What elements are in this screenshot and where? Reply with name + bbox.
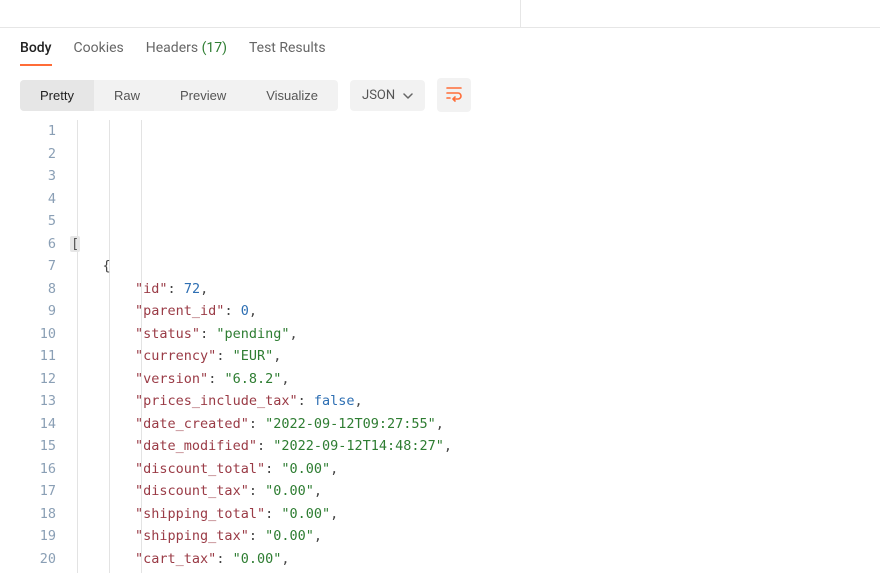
code-line: ​"currency": "EUR", bbox=[70, 345, 880, 368]
line-number: 10 bbox=[10, 323, 56, 346]
code-line: ​"cart_tax": "0.00", bbox=[70, 548, 880, 571]
format-dropdown[interactable]: JSON bbox=[350, 80, 425, 111]
raw-button[interactable]: Raw bbox=[94, 80, 160, 111]
code-line: ​"version": "6.8.2", bbox=[70, 368, 880, 391]
line-number: 3 bbox=[10, 165, 56, 188]
code-line: ​"id": 72, bbox=[70, 278, 880, 301]
preview-button[interactable]: Preview bbox=[160, 80, 246, 111]
code-line: ​"date_created": "2022-09-12T09:27:55", bbox=[70, 413, 880, 436]
line-number: 15 bbox=[10, 435, 56, 458]
code-line: ​"shipping_tax": "0.00", bbox=[70, 525, 880, 548]
tab-headers-count: (17) bbox=[202, 40, 227, 56]
tab-test-results[interactable]: Test Results bbox=[249, 40, 326, 66]
code-content: [ ​{ ​"id": 72, ​"parent_id": 0, ​"statu… bbox=[70, 120, 880, 573]
code-line: ​"date_modified": "2022-09-12T14:48:27", bbox=[70, 435, 880, 458]
pretty-button[interactable]: Pretty bbox=[20, 80, 94, 111]
line-number: 13 bbox=[10, 390, 56, 413]
view-mode-group: Pretty Raw Preview Visualize bbox=[20, 80, 338, 111]
code-line: ​"parent_id": 0, bbox=[70, 300, 880, 323]
code-line: ​"discount_total": "0.00", bbox=[70, 458, 880, 481]
code-line: ​"discount_tax": "0.00", bbox=[70, 480, 880, 503]
code-line: ​"total": "12.00", bbox=[70, 570, 880, 573]
code-line: [ bbox=[70, 233, 880, 256]
code-line: ​"prices_include_tax": false, bbox=[70, 390, 880, 413]
response-tabs: Body Cookies Headers (17) Test Results bbox=[0, 28, 880, 66]
code-viewer[interactable]: 1234567891011121314151617181920 [ ​{ ​"i… bbox=[0, 120, 880, 573]
wrap-icon bbox=[445, 84, 463, 106]
tab-body[interactable]: Body bbox=[20, 40, 52, 66]
line-number: 14 bbox=[10, 413, 56, 436]
line-number: 8 bbox=[10, 278, 56, 301]
line-number: 5 bbox=[10, 210, 56, 233]
tab-headers-label: Headers bbox=[146, 40, 198, 56]
line-number: 2 bbox=[10, 143, 56, 166]
visualize-button[interactable]: Visualize bbox=[246, 80, 338, 111]
tab-cookies[interactable]: Cookies bbox=[74, 40, 124, 66]
code-line: ​"status": "pending", bbox=[70, 323, 880, 346]
line-number: 16 bbox=[10, 458, 56, 481]
tab-headers[interactable]: Headers (17) bbox=[146, 40, 227, 66]
line-number: 11 bbox=[10, 345, 56, 368]
code-line: ​{ bbox=[70, 255, 880, 278]
line-number: 6 bbox=[10, 233, 56, 256]
line-number: 12 bbox=[10, 368, 56, 391]
line-number: 19 bbox=[10, 525, 56, 548]
line-number-gutter: 1234567891011121314151617181920 bbox=[2, 120, 70, 573]
format-dropdown-label: JSON bbox=[362, 88, 395, 103]
line-number: 20 bbox=[10, 548, 56, 571]
line-number: 1 bbox=[10, 120, 56, 143]
code-line: ​"shipping_total": "0.00", bbox=[70, 503, 880, 526]
line-number: 4 bbox=[10, 188, 56, 211]
line-number: 18 bbox=[10, 503, 56, 526]
line-number: 9 bbox=[10, 300, 56, 323]
line-number: 7 bbox=[10, 255, 56, 278]
line-number: 17 bbox=[10, 480, 56, 503]
wrap-lines-button[interactable] bbox=[437, 78, 471, 112]
chevron-down-icon bbox=[403, 90, 413, 100]
body-toolbar: Pretty Raw Preview Visualize JSON bbox=[0, 66, 880, 120]
header-placeholder bbox=[0, 0, 880, 28]
